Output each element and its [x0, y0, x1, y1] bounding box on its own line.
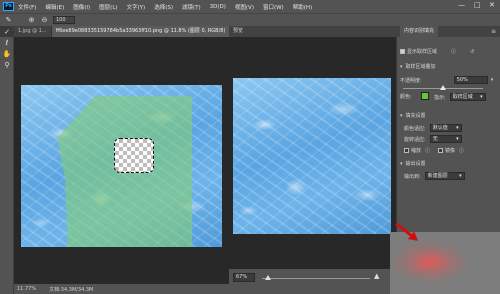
subtract-from-selection-icon[interactable]: ⊖ — [40, 16, 49, 25]
options-bar: ✎ ⊕ ⊖ 100 — [0, 13, 500, 26]
overlay-color-swatch[interactable] — [421, 92, 429, 100]
show-sample-row[interactable]: 显示取样区域 ⓘ ↺ — [400, 48, 474, 55]
hand-icon[interactable]: ✋ — [0, 48, 14, 59]
output-to-dropdown[interactable]: 新建图层 ▾ — [424, 172, 465, 180]
output-settings-heading: 输出设置 — [405, 161, 426, 167]
menu-file[interactable]: 文件(F) — [18, 3, 36, 11]
overlay-color-row: 颜色: — [400, 93, 412, 100]
output-settings-section[interactable]: ▾ 输出设置 — [400, 160, 426, 168]
menu-window[interactable]: 窗口(W) — [263, 3, 284, 11]
color-adapt-label: 颜色适应: — [404, 125, 426, 132]
maximize-button[interactable]: □ — [474, 1, 481, 9]
chevron-down-icon: ▾ — [400, 160, 403, 167]
rotation-adapt-label: 旋转适应: — [404, 136, 426, 143]
rotation-adapt-dropdown[interactable]: 无 ▾ — [429, 135, 462, 143]
fill-selection[interactable] — [114, 138, 154, 173]
output-to-label: 输出到: — [404, 173, 421, 180]
lasso-tool-preset-icon[interactable]: ✎ — [4, 16, 13, 25]
indicates-value: 取样区域 — [452, 94, 473, 100]
menu-help[interactable]: 帮助(H) — [293, 3, 312, 11]
menu-view[interactable]: 视图(V) — [235, 3, 254, 11]
tab-1-jpg[interactable]: 1.jpg @ 1... — [14, 26, 52, 37]
opacity-label: 不透明度: — [400, 77, 422, 84]
preview-zoom-slider[interactable] — [262, 278, 370, 279]
scale-label: 缩放 — [411, 148, 422, 154]
panel-title[interactable]: 内容识别填充 — [400, 26, 439, 37]
chevron-down-icon: ▾ — [456, 136, 459, 142]
mixer-brush-icon[interactable]: ✓ — [0, 26, 14, 37]
fill-settings-heading: 填充设置 — [405, 113, 426, 119]
menu-filter[interactable]: 滤镜(T) — [182, 3, 201, 11]
highlighted-ok-area[interactable] — [390, 232, 500, 294]
preview-title: 预览 — [229, 26, 396, 37]
menu-layer[interactable]: 图层(L) — [99, 3, 117, 11]
scale-checkbox[interactable] — [404, 148, 409, 153]
menu-image[interactable]: 图像(I) — [73, 3, 90, 11]
chevron-down-icon: ▾ — [400, 63, 403, 70]
rotation-adapt-row: 旋转适应: 无 ▾ — [404, 135, 462, 143]
minimize-button[interactable]: — — [458, 1, 465, 9]
indicates-row: 指示: 取样区域 ▾ — [434, 93, 486, 101]
chevron-down-icon: ▾ — [400, 112, 403, 119]
mirror-checkbox[interactable] — [438, 148, 444, 153]
status-doc-size: 文档:34.3M/34.3M — [49, 286, 94, 293]
preview-zoom-field[interactable]: 67% — [233, 273, 255, 282]
color-adapt-row: 颜色适应: 默认值 ▾ — [404, 124, 462, 132]
info-icon: ⓘ — [459, 148, 465, 154]
info-icon: ⓘ — [451, 49, 457, 55]
menu-3d[interactable]: 3D(D) — [210, 4, 226, 10]
info-icon: ⓘ — [425, 148, 431, 154]
lasso-icon[interactable]: ℓ — [0, 37, 14, 48]
preview-zoom-thumb[interactable] — [265, 275, 272, 280]
menu-type[interactable]: 文字(Y) — [127, 3, 146, 11]
document-tabs: 1.jpg @ 1... ff6ee89e088335159784b5a3396… — [14, 26, 231, 37]
brush-size-field[interactable]: 100 — [53, 16, 75, 24]
tools-panel: ✓ ℓ ✋ ⚲ — [0, 26, 14, 294]
menu-bar: Ps 文件(F) 编辑(E) 图像(I) 图层(L) 文字(Y) 选择(S) 滤… — [0, 0, 500, 13]
opacity-row: 不透明度: 50% ▾ — [400, 76, 493, 84]
color-label: 颜色: — [400, 94, 412, 100]
zoom-in-icon[interactable]: ▲ — [374, 272, 379, 280]
mirror-label: 镜像 — [445, 148, 456, 154]
menu-edit[interactable]: 编辑(E) — [45, 3, 64, 11]
scale-mirror-row: 缩放 ⓘ 镜像 ⓘ — [404, 147, 464, 154]
close-button[interactable]: ✕ — [489, 1, 495, 9]
zoom-icon[interactable]: ⚲ — [0, 59, 14, 70]
panel-header: 内容识别填充 ≡ — [396, 26, 500, 37]
rotation-adapt-value: 无 — [432, 136, 438, 142]
opacity-slider-thumb[interactable] — [440, 85, 446, 90]
preview-image[interactable] — [233, 78, 391, 234]
fill-settings-section[interactable]: ▾ 填充设置 — [400, 112, 426, 120]
status-bar: 11.77% 文档:34.3M/34.3M — [14, 284, 229, 294]
indicates-label: 指示: — [434, 94, 446, 101]
photoshop-logo: Ps — [3, 2, 14, 11]
tab-active-document[interactable]: ff6ee89e088335159784b5a33963ff10.png @ 1… — [51, 26, 231, 37]
indicates-dropdown[interactable]: 取样区域 ▾ — [449, 93, 486, 101]
show-sample-checkbox[interactable] — [400, 49, 405, 54]
color-adapt-dropdown[interactable]: 默认值 ▾ — [429, 124, 462, 132]
chevron-down-icon: ▾ — [480, 94, 483, 100]
reset-icon[interactable]: ↺ — [470, 49, 474, 55]
chevron-down-icon: ▾ — [456, 125, 459, 131]
opacity-dropdown-icon[interactable]: ▾ — [491, 77, 494, 83]
chevron-down-icon: ▾ — [459, 173, 462, 179]
show-sample-label: 显示取样区域 — [407, 49, 438, 55]
output-to-row: 输出到: 新建图层 ▾ — [404, 172, 465, 180]
add-to-selection-icon[interactable]: ⊕ — [27, 16, 36, 25]
opacity-field[interactable]: 50% — [453, 76, 488, 84]
sample-overlay-section[interactable]: ▾ 取样区域叠加 — [400, 63, 436, 71]
panel-menu-icon[interactable]: ≡ — [491, 26, 496, 37]
color-adapt-value: 默认值 — [432, 125, 448, 131]
status-zoom[interactable]: 11.77% — [17, 286, 36, 292]
menu-select[interactable]: 选择(S) — [154, 3, 173, 11]
output-to-value: 新建图层 — [427, 173, 448, 179]
sample-overlay-heading: 取样区域叠加 — [405, 64, 436, 70]
